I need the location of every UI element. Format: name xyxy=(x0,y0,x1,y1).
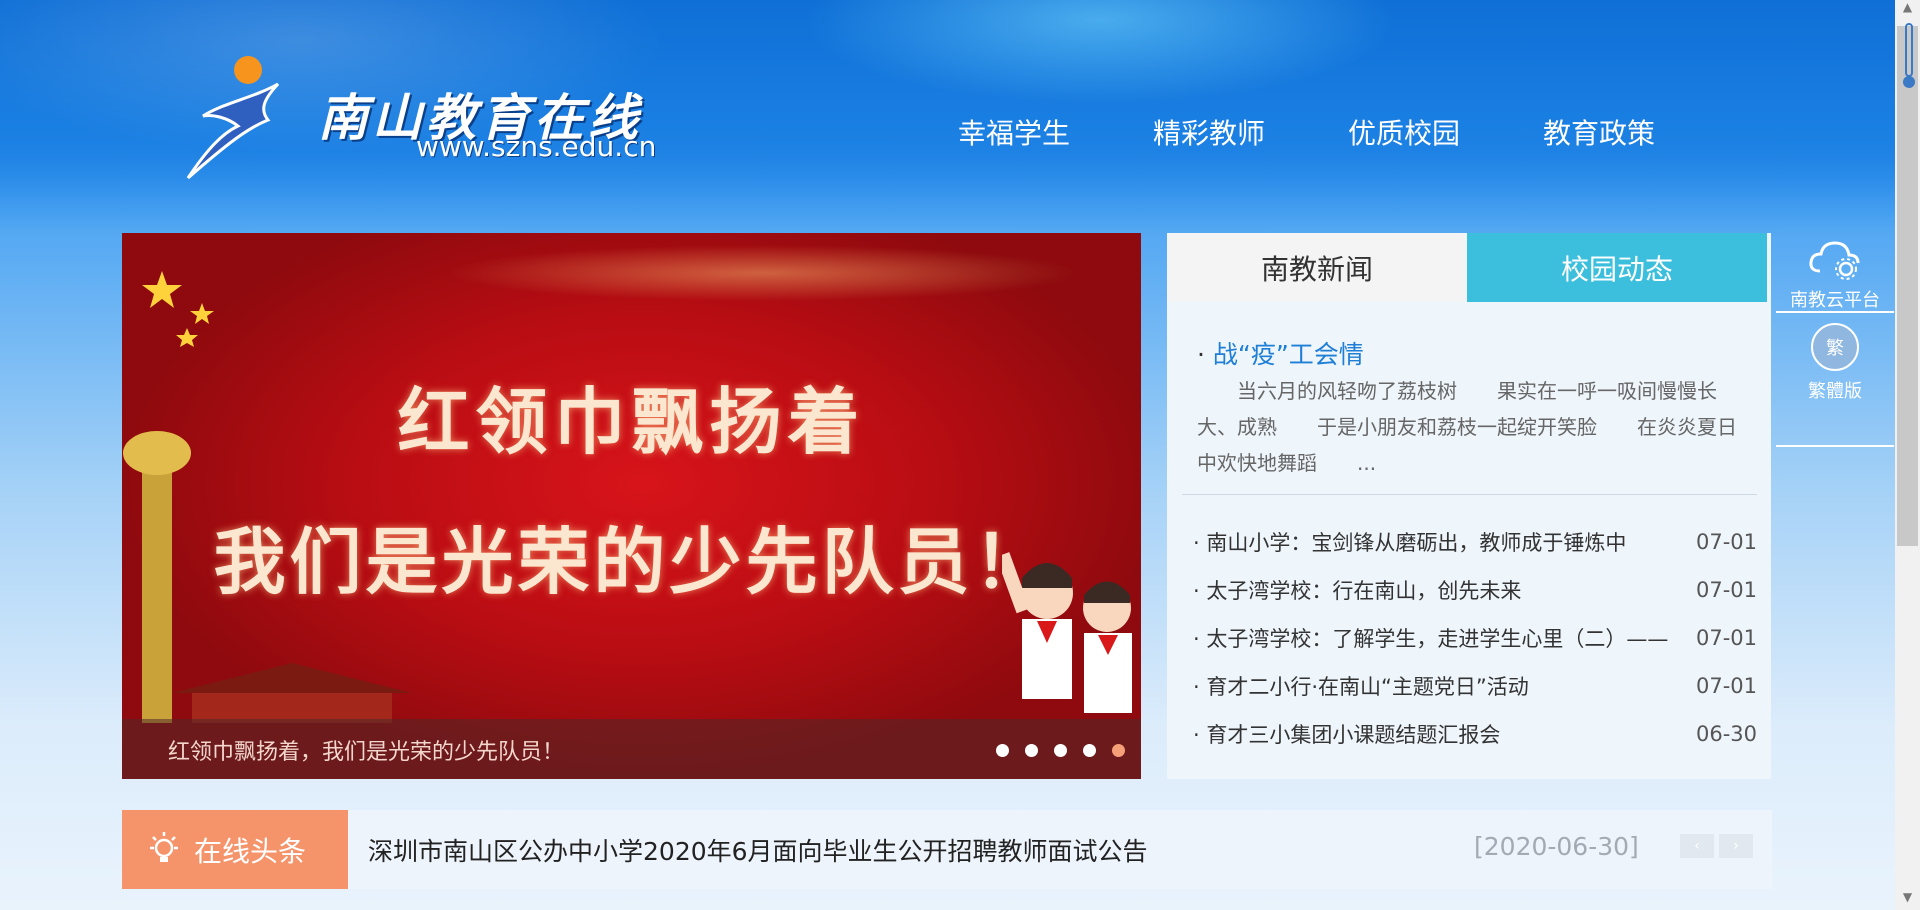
nav-great-teachers[interactable]: 精彩教师 xyxy=(1153,112,1348,152)
scroll-down-icon[interactable]: ▼ xyxy=(1895,890,1920,910)
list-item[interactable]: 育才三小集团小课题结题汇报会 06-30 xyxy=(1193,710,1757,758)
next-arrow-button[interactable]: › xyxy=(1719,834,1753,858)
slide-dot-3[interactable] xyxy=(1054,744,1067,757)
site-logo[interactable]: 南山教育在线 www.szns.edu.cn xyxy=(168,48,768,188)
logo-url: www.szns.edu.cn xyxy=(416,130,657,163)
news-date: 07-01 xyxy=(1695,674,1757,698)
news-panel: 南教新闻 校园动态 战“疫”工会情 当六月的风轻吻了荔枝树 果实在一呼一吸间慢慢… xyxy=(1167,233,1771,779)
news-tabs: 南教新闻 校园动态 xyxy=(1167,233,1771,302)
news-date: 07-01 xyxy=(1695,626,1757,650)
divider xyxy=(1182,494,1757,495)
traditional-chinese-icon: 繁 xyxy=(1811,323,1859,371)
news-title[interactable]: 育才三小集团小课题结题汇报会 xyxy=(1193,719,1500,749)
image-carousel[interactable]: 红领巾飘扬着 我们是光荣的少先队员！ 红领巾飘扬着，我们是光荣的少先队员！ xyxy=(122,233,1141,779)
news-list: 南山小学：宝剑锋从磨砺出，教师成于锤炼中 07-01 太子湾学校：行在南山，创先… xyxy=(1193,518,1757,758)
online-headline-bar: 在线头条 深圳市南山区公办中小学2020年6月面向毕业生公开招聘教师面试公告 [… xyxy=(122,810,1772,889)
tab-campus-updates[interactable]: 校园动态 xyxy=(1467,233,1767,302)
headline-arrows: ‹ › xyxy=(1680,834,1753,858)
nav-quality-campus[interactable]: 优质校园 xyxy=(1348,112,1543,152)
featured-article: 战“疫”工会情 当六月的风轻吻了荔枝树 果实在一呼一吸间慢慢长大、成熟 于是小朋… xyxy=(1197,335,1742,481)
cloud-gear-icon xyxy=(1809,241,1860,280)
news-date: 06-30 xyxy=(1695,722,1757,746)
nav-happy-students[interactable]: 幸福学生 xyxy=(958,112,1153,152)
news-date: 07-01 xyxy=(1695,530,1757,554)
headline-date: [2020-06-30] xyxy=(1474,832,1639,861)
tab-nanjiao-news[interactable]: 南教新闻 xyxy=(1167,233,1467,302)
news-title[interactable]: 太子湾学校：了解学生，走进学生心里（二）—— xyxy=(1193,623,1668,653)
slide-headline-line1: 红领巾飘扬着 xyxy=(397,379,866,464)
news-title[interactable]: 南山小学：宝剑锋从磨砺出，教师成于锤炼中 xyxy=(1193,527,1626,557)
featured-summary: 当六月的风轻吻了荔枝树 果实在一呼一吸间慢慢长大、成熟 于是小朋友和荔枝一起绽开… xyxy=(1197,379,1737,475)
prev-arrow-button[interactable]: ‹ xyxy=(1680,834,1714,858)
flag-stars-icon xyxy=(142,271,214,347)
scroll-up-icon[interactable]: ▲ xyxy=(1895,0,1920,20)
slide-dot-5[interactable] xyxy=(1112,744,1125,757)
nav-education-policy[interactable]: 教育政策 xyxy=(1543,112,1738,152)
cloud-platform-label: 南教云平台 xyxy=(1790,290,1880,311)
cloud-platform-link[interactable]: 南教云平台 xyxy=(1776,233,1894,313)
list-item[interactable]: 南山小学：宝剑锋从磨砺出，教师成于锤炼中 07-01 xyxy=(1193,518,1757,566)
runner-logo-icon xyxy=(186,56,280,180)
headline-link[interactable]: 深圳市南山区公办中小学2020年6月面向毕业生公开招聘教师面试公告 xyxy=(368,832,1148,868)
page-scrollbar[interactable]: ▲ ▼ xyxy=(1895,0,1920,910)
tiananmen-icon xyxy=(172,663,412,723)
main-nav: 幸福学生 精彩教师 优质校园 教育政策 xyxy=(958,112,1738,152)
featured-title[interactable]: 战“疫”工会情 xyxy=(1197,335,1742,371)
list-item[interactable]: 太子湾学校：行在南山，创先未来 07-01 xyxy=(1193,566,1757,614)
news-title[interactable]: 太子湾学校：行在南山，创先未来 xyxy=(1193,575,1521,605)
traditional-chinese-link[interactable]: 繁 繁體版 xyxy=(1776,313,1894,447)
list-item[interactable]: 育才二小行·在南山“主题党日”活动 07-01 xyxy=(1193,662,1757,710)
list-item[interactable]: 太子湾学校：了解学生，走进学生心里（二）—— 07-01 xyxy=(1193,614,1757,662)
traditional-chinese-label: 繁體版 xyxy=(1808,381,1862,402)
slide-headline-line2: 我们是光荣的少先队员！ xyxy=(213,519,1050,604)
news-date: 07-01 xyxy=(1695,578,1757,602)
slide-caption[interactable]: 红领巾飘扬着，我们是光荣的少先队员！ xyxy=(168,734,564,766)
slide-dot-2[interactable] xyxy=(1025,744,1038,757)
headline-tag: 在线头条 xyxy=(122,810,348,889)
headline-tag-label: 在线头条 xyxy=(194,834,307,868)
slide-dot-4[interactable] xyxy=(1083,744,1096,757)
slide-dot-1[interactable] xyxy=(996,744,1009,757)
scrollbar-thumb[interactable] xyxy=(1897,26,1918,546)
light-streak xyxy=(262,233,1141,353)
news-title[interactable]: 育才二小行·在南山“主题党日”活动 xyxy=(1193,671,1528,701)
side-float-bar: 南教云平台 繁 繁體版 xyxy=(1776,233,1894,447)
thermometer-icon xyxy=(1903,23,1915,88)
slide-pagination xyxy=(996,744,1125,757)
lightbulb-icon xyxy=(150,831,178,862)
